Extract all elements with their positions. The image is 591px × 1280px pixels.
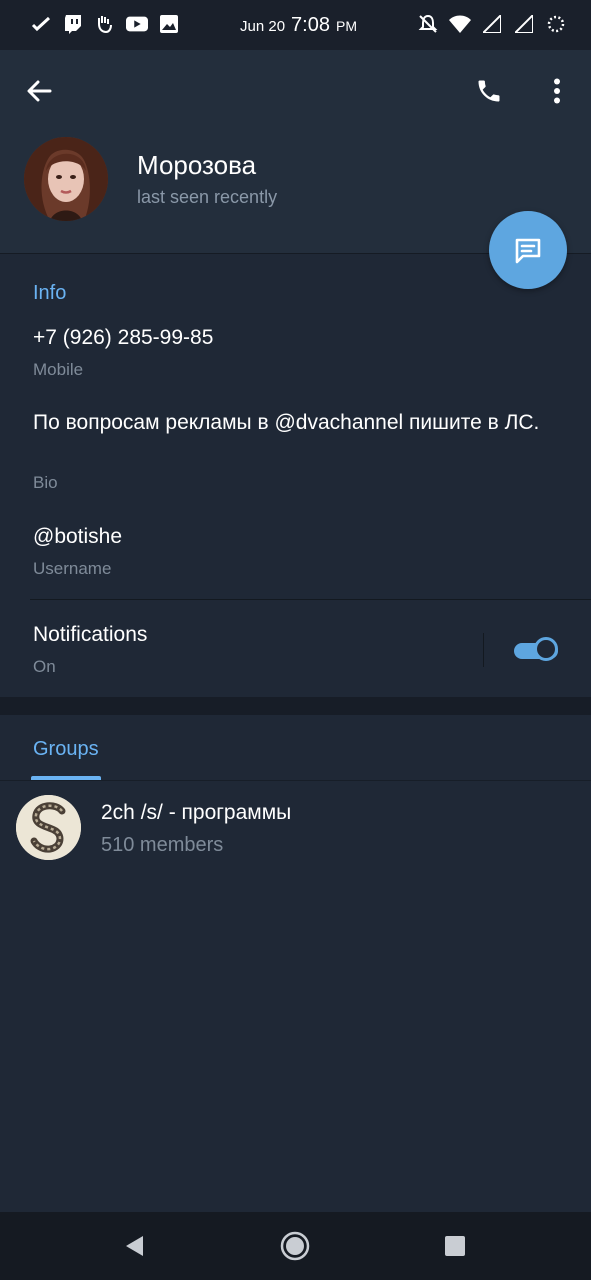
info-divider [30,599,591,600]
status-ampm: PM [335,18,357,34]
status-clock: Jun 20 7:08 PM [240,14,357,37]
status-date: Jun 20 [240,18,286,35]
tab-divider [0,780,591,781]
bio-label: Bio [33,473,58,492]
profile-name: Морозова [137,150,257,180]
navigation-bar [0,1212,591,1280]
recents-square-icon [445,1236,465,1256]
tab-groups[interactable]: Groups [33,738,99,761]
loading-icon [545,14,567,34]
notifications-state: On [33,657,56,676]
username-value[interactable]: @botishe [33,523,563,551]
signal-icon [513,14,535,34]
signal-icon [481,14,503,34]
info-section: Info +7 (926) 285-99-85 Mobile По вопрос… [0,253,591,698]
last-seen-status: last seen recently [137,187,278,207]
status-right-icons [417,14,567,34]
group-name: 2ch /s/ - программы [101,801,292,824]
twitch-icon [62,14,84,34]
notifications-off-icon [417,14,439,34]
send-message-button[interactable] [489,211,567,289]
gesture-icon [94,14,116,34]
avatar[interactable] [24,137,108,221]
missed-call-icon [30,14,52,34]
nav-back-button[interactable] [116,1230,152,1262]
nav-recents-button[interactable] [437,1230,473,1262]
status-left-icons [30,14,180,34]
call-button[interactable] [468,70,510,112]
back-button[interactable] [20,72,58,110]
message-icon [515,238,541,264]
more-options-button[interactable] [540,70,574,112]
phone-icon [478,80,500,102]
notifications-toggle[interactable] [512,636,562,664]
username-label: Username [33,559,112,578]
home-circle-icon [280,1231,310,1261]
group-members-count: 510 members [101,834,224,856]
toggle-knob [534,637,558,661]
bio-text[interactable]: По вопросам рекламы в @dvachannel пишите… [33,409,563,437]
nav-home-button[interactable] [277,1230,313,1262]
group-avatar [16,795,81,860]
image-icon [158,14,180,34]
status-time: 7:08 [291,14,330,36]
phone-label: Mobile [33,360,84,379]
notifications-separator [483,633,484,667]
status-bar: Jun 20 7:08 PM [0,0,591,50]
back-icon [27,80,52,102]
section-gap [0,697,591,715]
youtube-icon [126,14,148,34]
phone-number[interactable]: +7 (926) 285-99-85 [33,324,563,352]
wifi-icon [449,14,471,34]
more-vert-icon [554,78,560,104]
info-title: Info [33,282,67,304]
back-triangle-icon [126,1236,143,1256]
groups-section: Groups 2ch /s/ - программы 510 members [0,715,591,1212]
